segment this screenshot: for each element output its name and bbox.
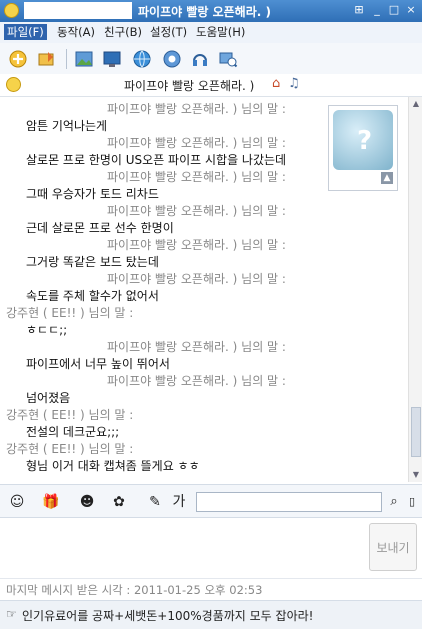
message-header: 파이프야 빨랑 오픈해라. ) 님의 말 : bbox=[107, 272, 286, 286]
pen-icon[interactable]: ✎ bbox=[144, 492, 166, 512]
message-header: 파이프야 빨랑 오픈해라. ) 님의 말 : bbox=[107, 238, 286, 252]
message-header: 강주현 ( EE!! ) 님의 말 : bbox=[6, 408, 134, 422]
minimize-button[interactable]: _ bbox=[370, 3, 384, 17]
redacted-name-box bbox=[24, 2, 132, 19]
ad-text[interactable]: 인기유료어를 공짜+세뱃돈+100%경품까지 모두 잡아라! bbox=[22, 607, 313, 624]
message-text: 살로몬 프로 한명이 US오픈 파이프 시합을 나갔는데 bbox=[26, 153, 287, 167]
maximize-button[interactable]: □ bbox=[387, 3, 401, 17]
message-text: 그거랑 똑같은 보드 탔는데 bbox=[26, 255, 159, 269]
message-header: 강주현 ( EE!! ) 님의 말 : bbox=[6, 442, 134, 456]
message-text: 그때 우승자가 토드 리차드 bbox=[26, 187, 159, 201]
avatar-placeholder-image: ? bbox=[333, 110, 393, 170]
flash-con-icon[interactable]: ☻ bbox=[76, 492, 98, 512]
message-text: 파이프에서 너무 높이 뛰어서 bbox=[26, 357, 170, 371]
emoticon-icon[interactable]: ☺ bbox=[6, 492, 28, 512]
message-text: ㅎㄷㄷ;; bbox=[26, 323, 68, 337]
file-send-icon[interactable] bbox=[36, 49, 56, 69]
app-emoticon-icon[interactable] bbox=[4, 3, 19, 18]
photo-icon[interactable] bbox=[74, 49, 94, 69]
message-header: 파이프야 빨랑 오픈해라. ) 님의 말 : bbox=[107, 340, 286, 354]
chat-scrollbar[interactable]: ▲ ▼ bbox=[408, 97, 422, 482]
status-bar: 마지막 메시지 받은 시각 : 2011-01-25 오후 02:53 bbox=[0, 578, 422, 599]
menu-action[interactable]: 동작(A) bbox=[54, 24, 98, 40]
menu-settings[interactable]: 설정(T) bbox=[147, 24, 190, 40]
message-text: 넘어졌음 bbox=[26, 391, 71, 405]
scroll-up-arrow-icon[interactable]: ▲ bbox=[409, 97, 422, 111]
menu-file[interactable]: 파일(F) bbox=[4, 24, 47, 40]
partner-title: 파이프야 빨랑 오픈해라. ) bbox=[124, 79, 255, 93]
menu-bar: 파일(F) 동작(A) 친구(B) 설정(T) 도움말(H) bbox=[0, 22, 422, 44]
conversation-header: 파이프야 빨랑 오픈해라. ) ⌂ ♫ bbox=[0, 74, 422, 97]
ad-banner[interactable]: ☞ 인기유료어를 공짜+세뱃돈+100%경품까지 모두 잡아라! bbox=[0, 600, 422, 629]
collapse-avatar-button[interactable]: ▲ bbox=[381, 172, 393, 184]
globe-icon[interactable] bbox=[132, 49, 152, 69]
note-icon: ☞ bbox=[6, 607, 17, 621]
chat-history[interactable]: 파이프야 빨랑 오픈해라. ) 님의 말 : 암튼 기억나는게 파이프야 빨랑 … bbox=[0, 97, 408, 482]
message-text: 근데 살로몬 프로 선수 한명이 bbox=[26, 221, 174, 235]
pin-button[interactable]: ⊞ bbox=[352, 3, 366, 17]
search-input[interactable] bbox=[196, 492, 382, 512]
flower-icon[interactable]: ✿ bbox=[108, 492, 130, 512]
home-icon[interactable]: ⌂ bbox=[272, 76, 280, 91]
menu-friend[interactable]: 친구(B) bbox=[101, 24, 145, 40]
gift-icon[interactable]: 🎁 bbox=[40, 492, 62, 512]
screen-icon[interactable] bbox=[102, 49, 122, 69]
message-header: 파이프야 빨랑 오픈해라. ) 님의 말 : bbox=[107, 170, 286, 184]
partner-avatar[interactable]: ? ▲ bbox=[328, 105, 398, 191]
font-icon[interactable]: 가 bbox=[168, 492, 190, 512]
message-text: 속도를 주체 할수가 없어서 bbox=[26, 289, 159, 303]
message-header: 파이프야 빨랑 오픈해라. ) 님의 말 : bbox=[107, 102, 286, 116]
scroll-thumb[interactable] bbox=[411, 407, 421, 457]
music-icon[interactable]: ♫ bbox=[288, 76, 300, 91]
compose-toolbar: ☺ 🎁 ☻ ✿ ✎ 가 ⌕ ▯ bbox=[0, 484, 422, 518]
window-title: 파이프야 빨랑 오픈해라. ) bbox=[138, 5, 271, 19]
menu-help[interactable]: 도움말(H) bbox=[193, 24, 248, 40]
send-button[interactable]: 보내기 bbox=[369, 523, 417, 571]
remote-icon[interactable] bbox=[218, 49, 238, 69]
last-received-time: 마지막 메시지 받은 시각 : 2011-01-25 오후 02:53 bbox=[6, 583, 263, 597]
message-header: 강주현 ( EE!! ) 님의 말 : bbox=[6, 306, 134, 320]
add-friend-icon[interactable] bbox=[8, 49, 28, 69]
video-call-icon[interactable] bbox=[162, 49, 182, 69]
title-bar: 파이프야 빨랑 오픈해라. ) ⊞ _ □ × bbox=[0, 0, 422, 22]
message-header: 파이프야 빨랑 오픈해라. ) 님의 말 : bbox=[107, 136, 286, 150]
toolbar bbox=[0, 43, 422, 75]
search-icon[interactable]: ⌕ bbox=[384, 492, 404, 512]
message-input[interactable] bbox=[0, 518, 422, 577]
scroll-down-arrow-icon[interactable]: ▼ bbox=[409, 468, 422, 482]
question-mark-icon: ? bbox=[357, 126, 373, 156]
message-text: 암튼 기억나는게 bbox=[26, 119, 108, 133]
partner-emoticon-icon bbox=[6, 77, 21, 92]
close-button[interactable]: × bbox=[404, 3, 418, 17]
message-header: 파이프야 빨랑 오픈해라. ) 님의 말 : bbox=[107, 204, 286, 218]
phone-icon[interactable]: ▯ bbox=[406, 492, 418, 512]
message-text: 전설의 데크군요;;; bbox=[26, 425, 120, 439]
message-text: 형님 이거 대화 캡쳐좀 뜰게요 ㅎㅎ bbox=[26, 459, 200, 473]
message-header: 파이프야 빨랑 오픈해라. ) 님의 말 : bbox=[107, 374, 286, 388]
toolbar-divider bbox=[66, 49, 67, 69]
headset-icon[interactable] bbox=[190, 49, 210, 69]
